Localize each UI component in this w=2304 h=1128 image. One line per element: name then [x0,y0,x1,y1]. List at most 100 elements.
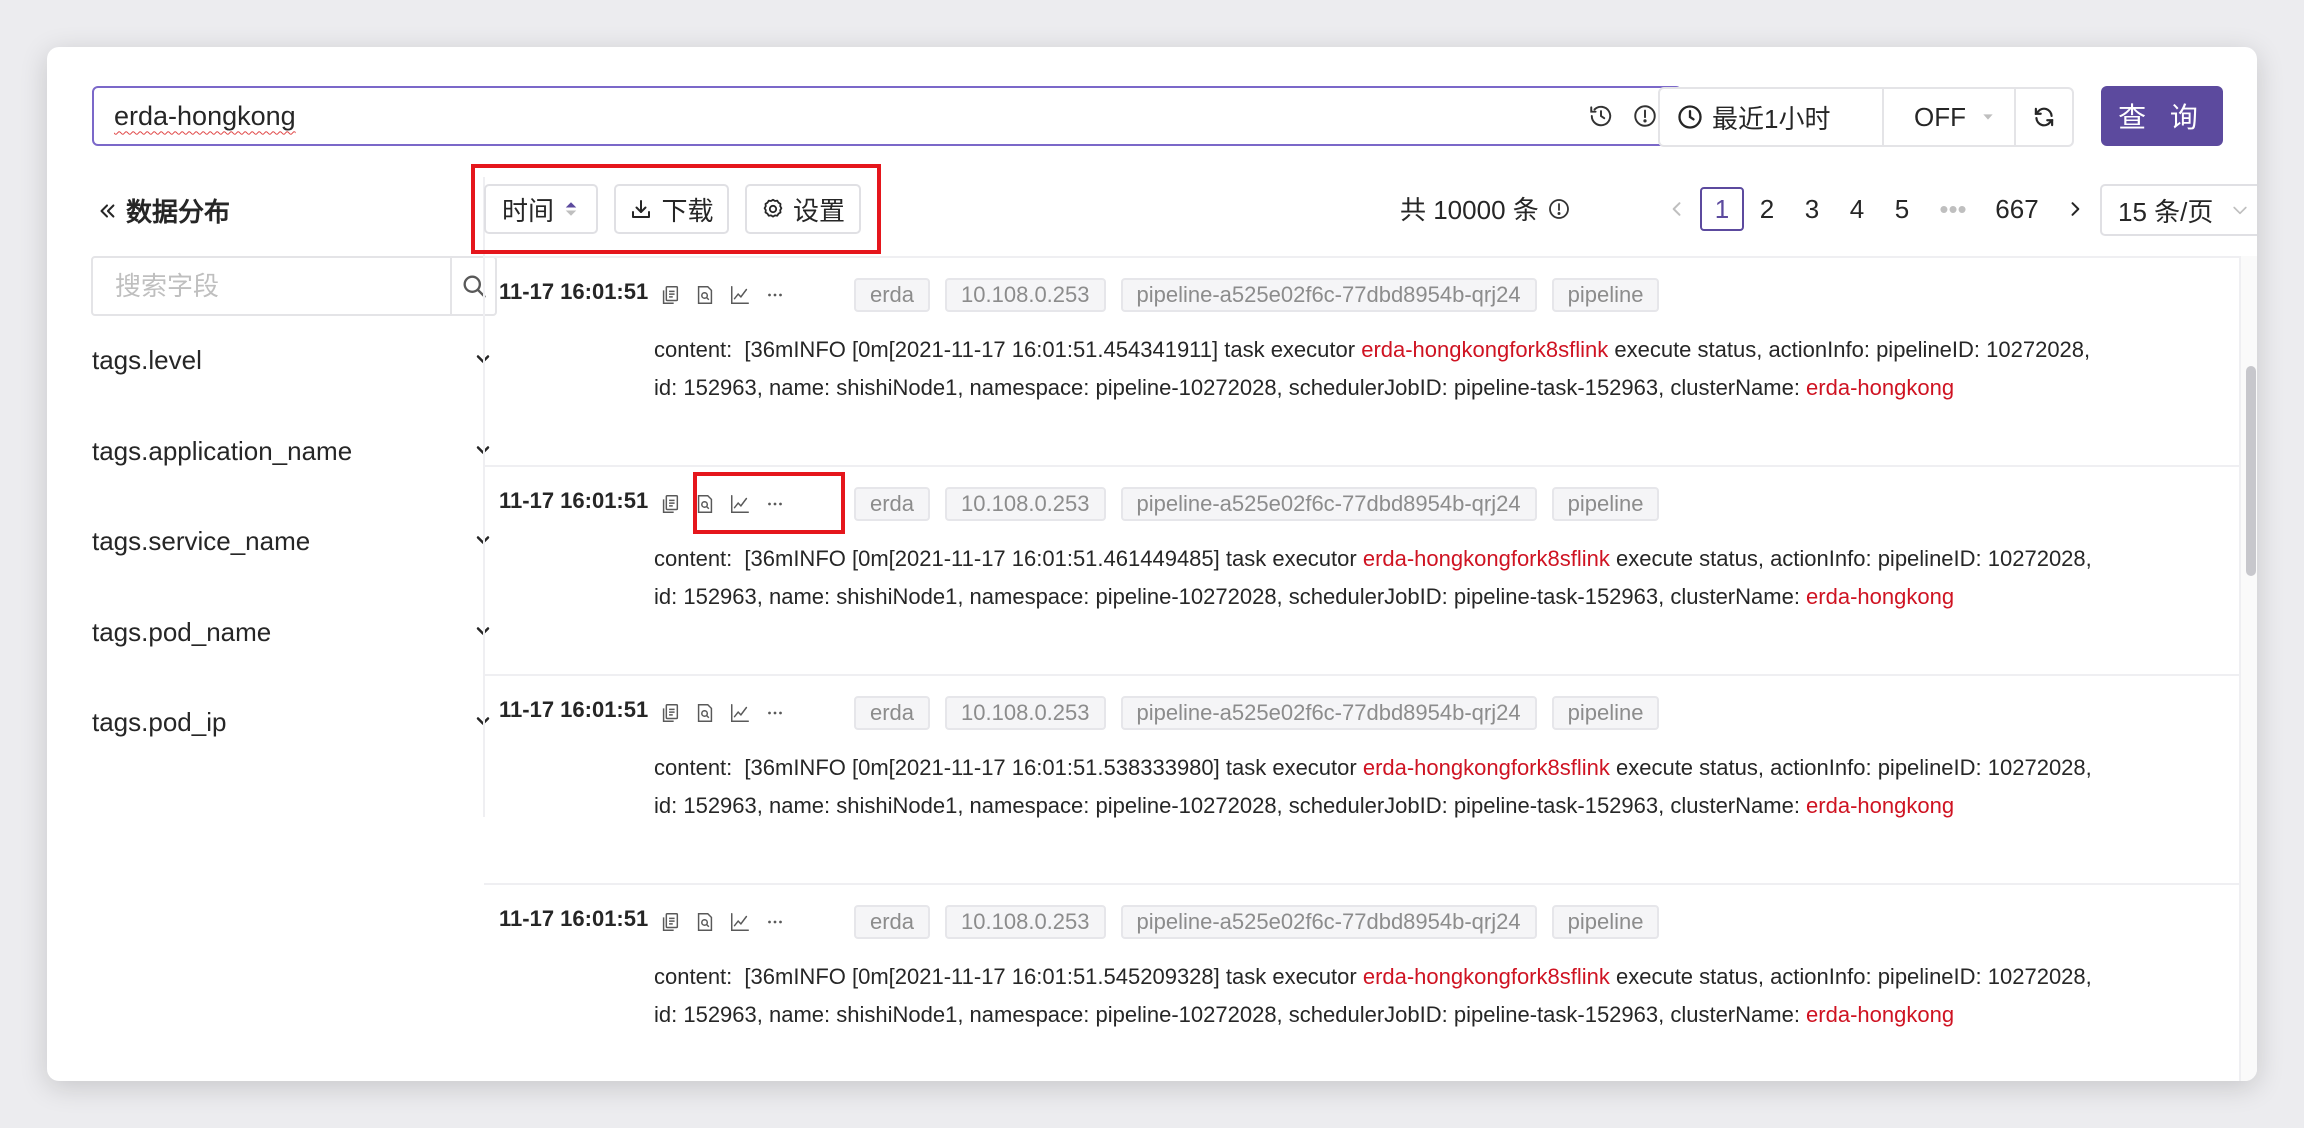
time-range-group: 最近1小时 OFF [1658,87,2074,147]
copy-icon[interactable] [657,491,683,517]
content-text: [36mINFO [0m[2021-11-17 16:01:51.4543419… [744,337,1362,362]
pagination: 1 2 3 4 5 ••• 667 [1655,187,2098,231]
query-value[interactable]: erda-hongkong [114,101,1586,132]
tag[interactable]: 10.108.0.253 [945,278,1106,312]
more-icon[interactable] [762,909,788,935]
info-icon[interactable] [1630,101,1660,131]
log-entry: 11-17 16:01:51 erda 10.108.0.253 pipelin… [484,676,2239,885]
content-key: content: [654,964,733,989]
query-button[interactable]: 查 询 [2101,86,2223,146]
page-667[interactable]: 667 [1982,187,2052,231]
copy-icon[interactable] [657,700,683,726]
refresh-icon [2034,107,2054,127]
tag[interactable]: pipeline-a525e02f6c-77dbd8954b-qrj24 [1120,278,1537,312]
content-key: content: [654,337,733,362]
tag[interactable]: erda [854,487,931,521]
content-highlight: erda-hongkongfork8sflink [1362,755,1610,780]
content-text: [36mINFO [0m[2021-11-17 16:01:51.5383339… [744,755,1363,780]
content-text: [36mINFO [0m[2021-11-17 16:01:51.4614494… [744,546,1363,571]
log-tags: erda 10.108.0.253 pipeline-a525e02f6c-77… [854,696,1660,730]
log-entry: 11-17 16:01:51 erda 10.108.0.253 pipelin… [484,258,2239,467]
refresh-button[interactable] [2016,89,2072,145]
log-time: 11-17 16:01:51 [499,697,649,722]
sidebar-title: 数据分布 [126,197,231,227]
context-search-icon[interactable] [692,909,718,935]
log-entry: 11-17 16:01:51 erda 10.108.0.253 pipelin… [484,885,2239,1081]
field-label: tags.pod_ip [92,707,227,737]
annotation-box-toolbar [471,164,881,254]
tag[interactable]: erda [854,278,931,312]
page-1[interactable]: 1 [1700,187,1744,231]
content-text: [36mINFO [0m[2021-11-17 16:01:51.5452093… [744,964,1363,989]
page-size-value: 15 条/页 [2118,196,2214,227]
tag[interactable]: pipeline [1551,696,1660,730]
field-item-service-name[interactable]: tags.service_name [92,526,497,617]
log-tags: erda 10.108.0.253 pipeline-a525e02f6c-77… [854,487,1660,521]
tag[interactable]: pipeline [1551,905,1660,939]
prev-page-button[interactable] [1655,187,1699,231]
tag[interactable]: 10.108.0.253 [945,696,1106,730]
field-search-input[interactable] [93,258,450,314]
line-chart-icon[interactable] [727,909,753,935]
log-time: 11-17 16:01:51 [499,279,649,304]
tag[interactable]: pipeline-a525e02f6c-77dbd8954b-qrj24 [1120,905,1537,939]
field-label: tags.service_name [92,526,311,556]
log-scrollbar[interactable] [2239,256,2257,1081]
log-actions [657,282,788,308]
tag[interactable]: pipeline [1551,278,1660,312]
copy-icon[interactable] [657,909,683,935]
line-chart-icon[interactable] [727,700,753,726]
log-tags: erda 10.108.0.253 pipeline-a525e02f6c-77… [854,905,1660,939]
log-content: content: [36mINFO [0m[2021-11-17 16:01:5… [654,331,2114,406]
tag[interactable]: pipeline [1551,487,1660,521]
log-content: content: [36mINFO [0m[2021-11-17 16:01:5… [654,540,2114,615]
tag[interactable]: erda [854,905,931,939]
tag[interactable]: erda [854,696,931,730]
log-time: 11-17 16:01:51 [499,488,649,513]
tag[interactable]: 10.108.0.253 [945,905,1106,939]
page-ellipsis[interactable]: ••• [1925,187,1981,231]
field-item-application-name[interactable]: tags.application_name [92,436,497,527]
field-label: tags.pod_name [92,616,272,647]
annotation-box-log-actions [693,472,845,534]
page-2[interactable]: 2 [1745,187,1789,231]
tag[interactable]: pipeline-a525e02f6c-77dbd8954b-qrj24 [1120,696,1537,730]
log-entry: 11-17 16:01:51 erda 10.108.0.253 pipelin… [484,467,2239,676]
scrollbar-thumb[interactable] [2246,366,2256,576]
chevron-right-icon [2071,202,2080,216]
field-list: tags.level tags.application_name tags.se… [92,345,497,798]
page-5[interactable]: 5 [1880,187,1924,231]
content-highlight: erda-hongkong [1806,792,1955,818]
page-4[interactable]: 4 [1835,187,1879,231]
log-actions [657,909,788,935]
page-size-select[interactable]: 15 条/页 [2100,184,2257,236]
page-3[interactable]: 3 [1790,187,1834,231]
field-item-level[interactable]: tags.level [92,345,497,436]
query-input[interactable]: erda-hongkong [92,86,1682,146]
content-highlight: erda-hongkong [1806,374,1955,400]
tag[interactable]: pipeline-a525e02f6c-77dbd8954b-qrj24 [1120,487,1537,521]
auto-refresh-select[interactable]: OFF [1884,89,2016,145]
time-range-select[interactable]: 最近1小时 [1660,89,1884,145]
context-search-icon[interactable] [692,700,718,726]
field-item-pod-name[interactable]: tags.pod_name [92,617,497,708]
field-item-pod-ip[interactable]: tags.pod_ip [92,707,497,798]
clock-icon [1678,105,1702,129]
data-distribution-toggle[interactable]: 数据分布 [96,192,230,229]
content-key: content: [654,755,733,780]
line-chart-icon[interactable] [727,282,753,308]
info-icon [1548,198,1569,219]
content-highlight: erda-hongkongfork8sflink [1362,964,1610,989]
history-icon[interactable] [1586,101,1616,131]
auto-refresh-value: OFF [1914,101,1966,132]
more-icon[interactable] [762,700,788,726]
more-icon[interactable] [762,282,788,308]
time-range-label: 最近1小时 [1712,103,1831,134]
caret-down-icon [1983,114,1993,120]
context-search-icon[interactable] [692,282,718,308]
log-analysis-window: erda-hongkong 最近1小时 OFF 查 询 数据分布 搜索字段 ta… [47,47,2257,1081]
tag[interactable]: 10.108.0.253 [945,487,1106,521]
next-page-button[interactable] [2053,187,2097,231]
total-count: 共 10000 条 [1400,190,1571,227]
copy-icon[interactable] [657,282,683,308]
